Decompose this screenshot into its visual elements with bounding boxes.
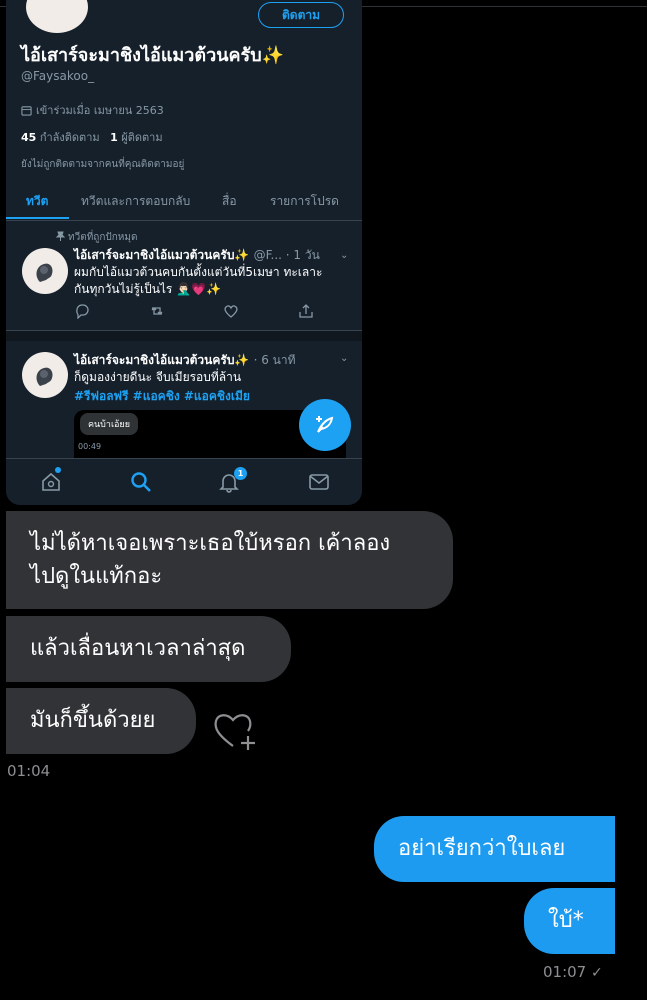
tweet-author-name: ไอ้เสาร์จะมาชิงไอ้แมวต้วนครับ✨ — [74, 248, 250, 262]
compose-feather-icon — [316, 416, 334, 433]
search-icon[interactable] — [130, 471, 152, 493]
tweet-text: ผมกับไอ้แมวต้วนคบกันตั้งแต่วันที่5เมษา ท… — [74, 264, 322, 298]
chevron-down-icon[interactable]: ⌄ — [340, 250, 348, 261]
profile-tabs: ทวีต ทวีตและการตอบกลับ สื่อ รายการโปรด — [6, 180, 362, 221]
tweet-hashtags[interactable]: #รีฟอลฟรี #แอคชิง #แอคชิงเมีย — [74, 387, 250, 406]
profile-name: ไอ้เสาร์จะมาชิงไอ้แมวต้วนครับ✨ — [21, 45, 285, 66]
tweet-text-line: กันทุกวันไม่รู้เป็นไร 🤦🏻‍♂️💗✨ — [74, 282, 222, 296]
compose-tweet-button[interactable] — [299, 399, 351, 451]
pin-icon — [56, 231, 65, 241]
messages-mail-icon[interactable] — [308, 471, 330, 493]
following-count[interactable]: 45 — [21, 131, 36, 144]
profile-avatar — [23, 0, 91, 36]
follow-button[interactable]: ติดตาม — [258, 2, 344, 28]
tweet-author[interactable]: ไอ้เสาร์จะมาชิงไอ้แมวต้วนครับ✨ @F... · 1… — [74, 246, 320, 265]
shared-twitter-screenshot[interactable]: ติดตาม ไอ้เสาร์จะมาชิงไอ้แมวต้วนครับ✨ @F… — [6, 0, 362, 505]
tweet-meta: @F... · 1 วัน — [253, 248, 320, 262]
tweet-author-name: ไอ้เสาร์จะมาชิงไอ้แมวต้วนครับ✨ — [74, 353, 250, 367]
outgoing-message[interactable]: อย่าเรียกว่าใบเลย — [374, 816, 615, 882]
message-text-line: แล้วเลื่อนหาเวลาล่าสุด — [30, 636, 246, 661]
notification-count-badge: 1 — [234, 467, 247, 480]
tweet-avatar[interactable] — [22, 248, 68, 294]
home-icon[interactable] — [40, 471, 62, 493]
pinned-label: ทวีตที่ถูกปักหมุด — [68, 232, 138, 243]
followers-label[interactable]: ผู้ติดตาม — [121, 131, 162, 144]
message-text-line: ใบ้* — [548, 908, 584, 933]
incoming-message[interactable]: มันก็ขึ้นด้วยย — [6, 688, 196, 754]
retweet-icon[interactable] — [149, 303, 165, 319]
chevron-down-icon[interactable]: ⌄ — [340, 353, 348, 364]
active-tab-indicator — [6, 217, 69, 219]
bottom-nav: 1 — [6, 458, 362, 505]
share-icon[interactable] — [298, 303, 314, 319]
tweet-avatar[interactable] — [22, 352, 68, 398]
cat-avatar-icon — [36, 367, 53, 386]
tab-likes[interactable]: รายการโปรด — [270, 192, 339, 211]
outgoing-time-text: 01:07 — [543, 963, 587, 981]
incoming-message[interactable]: ไม่ได้หาเจอเพราะเธอใบ้หรอก เค้าลอง ไปดูใ… — [6, 511, 453, 609]
message-text-line: ไม่ได้หาเจอเพราะเธอใบ้หรอก เค้าลอง — [30, 531, 391, 556]
reply-icon[interactable] — [74, 303, 90, 319]
message-text-line: อย่าเรียกว่าใบเลย — [398, 836, 566, 861]
tweet-text-line: ผมกับไอ้แมวต้วนคบกันตั้งแต่วันที่5เมษา ท… — [74, 265, 323, 279]
message-text-line: ไปดูในแท้กอะ — [30, 564, 163, 589]
tweet-actions — [74, 303, 314, 319]
tweet-meta: · 6 นาที — [253, 353, 296, 367]
tab-tweets-replies[interactable]: ทวีตและการตอบกลับ — [81, 192, 190, 211]
like-heart-plus-icon[interactable] — [212, 708, 260, 752]
incoming-message[interactable]: แล้วเลื่อนหาเวลาล่าสุด — [6, 616, 291, 682]
video-duration: 00:49 — [78, 442, 102, 451]
video-caption-chip: คนบ้าเอ้ยย — [80, 413, 138, 435]
followers-count[interactable]: 1 — [110, 131, 118, 144]
tab-tweets[interactable]: ทวีต — [26, 192, 48, 211]
tweet-text: ก็ดูมองง่ายดีนะ จีบเมียรอบที่ล้าน — [74, 370, 242, 384]
outgoing-timestamp: 01:07 ✓ — [543, 963, 603, 981]
following-label[interactable]: กำลังติดตาม — [40, 131, 100, 144]
like-icon[interactable] — [223, 303, 239, 319]
section-gap — [6, 331, 362, 341]
profile-joined: เข้าร่วมเมื่อ เมษายน 2563 — [21, 101, 164, 119]
tweet-author[interactable]: ไอ้เสาร์จะมาชิงไอ้แมวต้วนครับ✨ · 6 นาที — [74, 351, 296, 370]
incoming-timestamp: 01:04 — [7, 762, 51, 780]
tab-media[interactable]: สื่อ — [222, 192, 237, 211]
home-unread-dot — [55, 467, 61, 473]
profile-stats: 45 กำลังติดตาม 1 ผู้ติดตาม — [21, 128, 163, 146]
follow-note: ยังไม่ถูกติดตามจากคนที่คุณติดตามอยู่ — [21, 159, 185, 170]
outgoing-message[interactable]: ใบ้* — [524, 888, 615, 954]
cat-avatar-icon — [36, 263, 53, 282]
calendar-icon — [21, 105, 32, 116]
sent-check-icon: ✓ — [591, 965, 603, 981]
joined-text: เข้าร่วมเมื่อ เมษายน 2563 — [36, 104, 164, 117]
profile-handle: @Faysakoo_ — [21, 69, 95, 83]
message-text-line: มันก็ขึ้นด้วยย — [30, 708, 156, 733]
